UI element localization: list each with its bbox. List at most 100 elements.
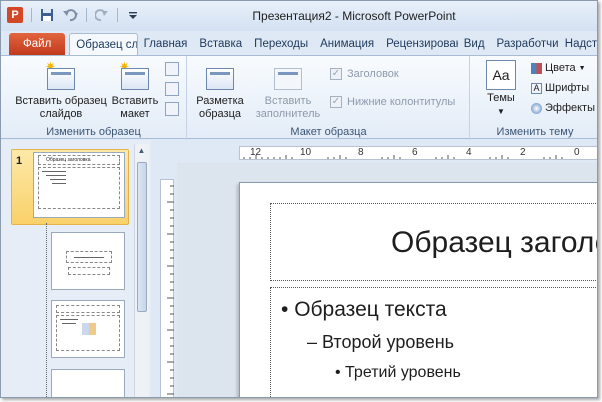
fonts-button[interactable]: A Шрифты: [531, 82, 589, 94]
thumbnail-text-line: [62, 323, 76, 324]
insert-slide-master-icon: ✷: [45, 60, 77, 92]
slides-pane-scrollbar[interactable]: ▲: [134, 144, 149, 397]
effects-button[interactable]: Эффекты: [531, 102, 595, 114]
thumbnail-text-line: [74, 257, 104, 258]
window-title: Презентация2 - Microsoft PowerPoint: [252, 9, 456, 23]
insert-layout-label: Вставить макет: [111, 95, 159, 120]
slide-number: 1: [16, 155, 23, 167]
layout-thumbnail[interactable]: [51, 369, 125, 397]
thumbnail-text-line: [42, 171, 66, 172]
tab-transitions[interactable]: Переходы: [248, 33, 314, 55]
ribbon: ✷ Вставить образец слайдов ✷ Вставить ма…: [1, 55, 597, 140]
colors-dropdown-icon: ▼: [578, 64, 586, 72]
insert-placeholder-button[interactable]: Вставить заполнитель: [252, 60, 324, 121]
ruler-label: 4: [466, 147, 472, 158]
text-level-3: • Третий уровень: [335, 364, 461, 381]
tab-home[interactable]: Главная: [138, 33, 194, 55]
thumbnail-text-line: [52, 183, 66, 184]
ruler-label: 10: [300, 147, 312, 158]
fonts-icon: A: [531, 82, 542, 94]
rename-icon[interactable]: [165, 82, 179, 96]
master-layout-label: Разметка образца: [196, 95, 244, 120]
text-level-1: • Образец текста: [281, 298, 447, 321]
master-layout-icon: [204, 60, 236, 92]
horizontal-ruler: 12 10 8 6 4 2 0: [239, 146, 597, 160]
insert-placeholder-icon: [272, 60, 304, 92]
themes-dropdown-icon: ▼: [497, 107, 505, 116]
delete-icon[interactable]: [165, 62, 179, 76]
effects-icon: [531, 102, 542, 114]
title-checkbox-row[interactable]: ✓ Заголовок: [330, 68, 399, 80]
ruler-label: 2: [520, 147, 526, 158]
text-level-1-label: Образец текста: [294, 298, 447, 321]
themes-icon: Aa: [486, 60, 516, 90]
title-placeholder[interactable]: Образец заголовка: [270, 203, 597, 281]
ruler-ticks: [243, 155, 563, 159]
footers-checkbox-label: Нижние колонтитулы: [347, 96, 456, 108]
group-edit-theme-label: Изменить тему: [496, 126, 574, 138]
group-master-layout: Разметка образца Вставить заполнитель ✓ …: [188, 56, 470, 140]
tab-developer-label: Разработчик: [496, 38, 559, 50]
vertical-ruler-ticks: [167, 185, 174, 395]
slide-canvas[interactable]: Образец заголовка • Образец текста – Вто…: [239, 182, 597, 397]
powerpoint-window: P Презентация2 - Microsoft PowerPoint Фа…: [0, 0, 598, 398]
tab-view[interactable]: Вид: [458, 33, 491, 55]
ruler-label: 8: [358, 147, 364, 158]
ruler-label: 6: [412, 147, 418, 158]
themes-button[interactable]: Aa Темы ▼: [481, 60, 521, 118]
thumbnail-text-line: [50, 179, 66, 180]
tab-animations[interactable]: Анимация: [314, 33, 380, 55]
thumbnail-title-placeholder: [56, 305, 120, 313]
text-level-2-label: Второй уровень: [322, 332, 455, 352]
layout-thumbnail[interactable]: [51, 300, 125, 358]
colors-label: Цвета: [545, 62, 576, 74]
group-edit-theme: Aa Темы ▼ Цвета ▼ A Шрифты Эффекты Измен…: [471, 56, 597, 140]
colors-icon: [531, 62, 542, 74]
colors-button[interactable]: Цвета ▼: [531, 62, 586, 74]
insert-layout-icon: ✷: [119, 60, 151, 92]
tab-addins-label: Надстройки: [564, 38, 597, 50]
tab-developer[interactable]: Разработчик: [491, 33, 559, 55]
vertical-ruler: [160, 179, 174, 397]
preserve-icon[interactable]: [165, 102, 179, 116]
tab-slide-master[interactable]: Образец слайдов: [69, 33, 138, 55]
title-bar: P Презентация2 - Microsoft PowerPoint: [1, 1, 597, 31]
group-master-layout-label: Макет образца: [290, 126, 367, 138]
effects-label: Эффекты: [545, 102, 596, 114]
master-thumbnail[interactable]: Образец заголовка: [33, 152, 125, 218]
scroll-up-icon[interactable]: ▲: [135, 144, 148, 157]
insert-slide-master-label: Вставить образец слайдов: [15, 95, 107, 120]
title-checkbox-label: Заголовок: [347, 68, 399, 80]
ribbon-tabs: Файл Образец слайдов Главная Вставка Пер…: [1, 31, 597, 55]
insert-slide-master-button[interactable]: ✷ Вставить образец слайдов: [15, 60, 107, 121]
tab-file[interactable]: Файл: [9, 33, 66, 55]
master-layout-button[interactable]: Разметка образца: [192, 60, 248, 121]
insert-placeholder-label: Вставить заполнитель: [255, 95, 321, 120]
thumbnail-title-placeholder: [38, 155, 120, 165]
footers-checkbox[interactable]: ✓: [330, 96, 342, 108]
tab-review-label: Рецензирование: [386, 38, 458, 50]
ruler-label: 12: [250, 147, 262, 158]
fonts-label: Шрифты: [545, 82, 590, 94]
scrollbar-thumb[interactable]: [137, 162, 147, 312]
slide-title: Образец заголовка: [391, 226, 597, 259]
group-edit-master: ✷ Вставить образец слайдов ✷ Вставить ма…: [1, 56, 187, 140]
thumbnail-text-line: [46, 175, 66, 176]
text-level-3-label: Третий уровень: [345, 364, 461, 381]
text-level-2: – Второй уровень: [307, 332, 455, 352]
footers-checkbox-row[interactable]: ✓ Нижние колонтитулы: [330, 96, 455, 108]
title-checkbox[interactable]: ✓: [330, 68, 342, 80]
thumbnail-text-line: [60, 319, 78, 320]
thumbnail-content-icons: [82, 323, 96, 335]
body-placeholder[interactable]: • Образец текста – Второй уровень • Трет…: [270, 287, 597, 397]
ruler-label: 0: [574, 147, 580, 158]
tab-insert[interactable]: Вставка: [193, 33, 248, 55]
themes-label: Темы: [487, 92, 515, 104]
layout-thumbnail[interactable]: [51, 232, 125, 290]
insert-layout-button[interactable]: ✷ Вставить макет: [109, 60, 161, 121]
layout-connector-line: [46, 223, 47, 397]
thumbnail-subtitle-placeholder: [68, 267, 110, 275]
tab-review[interactable]: Рецензирование: [380, 33, 458, 55]
thumbnail-body-placeholder: [38, 167, 120, 209]
tab-addins[interactable]: Надстройки: [559, 33, 597, 55]
